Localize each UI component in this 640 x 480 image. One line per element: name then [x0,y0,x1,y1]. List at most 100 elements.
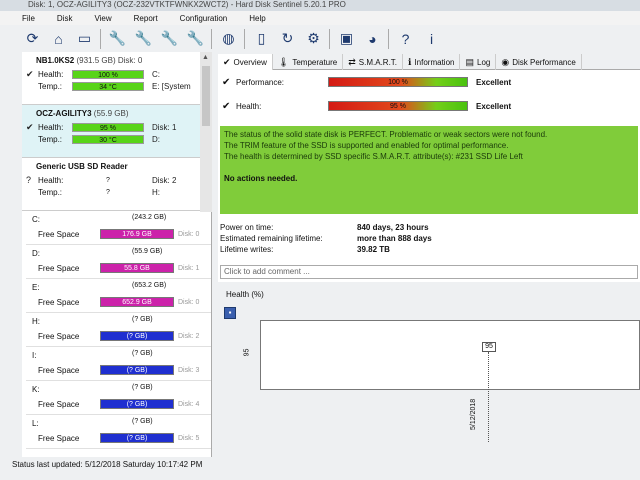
wrench-icon[interactable]: 🔧 [107,28,128,49]
partition-size: (? GB) [132,418,153,425]
status-bar: Status last updated: 5/12/2018 Saturday … [12,458,640,472]
partition-item[interactable]: L: (? GB) Free Space (? GB) Disk: 5 [26,415,211,449]
info-icon[interactable]: i [421,28,442,49]
health-label: Health: [38,175,64,185]
partition-letter: H: [32,317,40,326]
health-label: Health: [38,122,64,132]
temp-bar: ? [72,187,144,197]
disk-name: Generic USB SD Reader [26,158,211,174]
plot-area [260,320,640,390]
partition-size: (? GB) [132,316,153,323]
disk-name-label: OCZ-AGILITY3 [36,109,92,118]
disk-entry-1[interactable]: OCZ-AGILITY3 (55.9 GB) ✔ Health: 95 % Disk:… [22,105,211,158]
partition-letter: E: [32,283,40,292]
save-icon[interactable]: ▪ [224,307,236,319]
volume-label: H: [152,187,160,197]
partition-disk: Disk: 5 [178,435,200,442]
menu-help[interactable]: Help [249,14,265,23]
tab-overview[interactable]: ✔ Overview [218,53,273,70]
temp-label: Temp.: [38,134,63,144]
wrench-icon[interactable]: 🔧 [185,28,206,49]
comment-input[interactable]: Click to add comment ... [220,265,638,279]
partition-letter: D: [32,249,40,258]
check-icon: ✔ [222,76,231,88]
disk-name-label: Generic USB SD Reader [36,162,128,171]
menu-file[interactable]: File [22,14,35,23]
partition-item[interactable]: K: (? GB) Free Space (? GB) Disk: 4 [26,381,211,415]
disk-icon[interactable]: ▭ [74,28,95,49]
sync-icon[interactable]: ↻ [277,28,298,49]
tab-disk-performance[interactable]: ◉ Disk Performance [496,53,582,70]
volume-label: C: [152,69,160,79]
disk-stats: Power on time: 840 days, 23 hours Estimat… [220,223,638,256]
partition-disk: Disk: 0 [178,231,200,238]
toolbar-separator [329,28,330,49]
device-icon[interactable]: ▯ [251,28,272,49]
partition-disk: Disk: 3 [178,367,200,374]
menu-report[interactable]: Report [134,14,158,23]
health-bar: 100 % [72,69,144,79]
menu-configuration[interactable]: Configuration [180,14,228,23]
free-space-label: Free Space [38,230,80,239]
monitor-icon[interactable]: ▣ [336,28,357,49]
menu-disk[interactable]: Disk [57,14,73,23]
health-bar: 95 % [328,101,468,111]
temp-label: Temp.: [38,187,63,197]
tab-bar: ✔ Overview 🌡 Temperature ⇄ S.M.A.R.T. ℹ Informa… [218,53,640,70]
tab-temperature[interactable]: 🌡 Temperature [273,53,344,70]
bell-icon[interactable]: ◕ [362,28,383,49]
disk-number: Disk: 2 [152,175,177,185]
health-row: ✔ Health: 95 % Excellent [218,98,511,114]
disk-list-panel: NB1.0KS2 (931.5 GB) Disk: 0 ✔ Health: 100 … [22,52,212,457]
writes-label: Lifetime writes: [220,245,274,254]
partition-list: C: (243.2 GB) Free Space 176.9 GB Disk: 0 D: (… [22,211,211,449]
performance-label: Performance: [236,77,285,87]
tab-label: Temperature [292,57,338,67]
temp-bar: 34 °C [72,81,144,91]
actions-text: No actions needed. [224,174,298,183]
temp-bar: 30 °C [72,134,144,144]
wrench-icon[interactable]: 🔧 [159,28,180,49]
partition-item[interactable]: I: (? GB) Free Space (? GB) Disk: 3 [26,347,211,381]
partition-item[interactable]: D: (55.9 GB) Free Space 55.8 GB Disk: 1 [26,245,211,279]
globe-icon[interactable]: ◍ [218,28,239,49]
tab-log[interactable]: ▤ Log [460,53,497,70]
disk-entry-0[interactable]: NB1.0KS2 (931.5 GB) Disk: 0 ✔ Health: 100 … [22,52,211,105]
home-icon[interactable]: ⌂ [48,28,69,49]
health-bar: ? [72,175,144,185]
question-icon: ? [26,175,32,185]
wrench-icon[interactable]: 🔧 [133,28,154,49]
check-icon: ✔ [26,68,34,79]
free-space-label: Free Space [38,434,80,443]
refresh-icon[interactable]: ⟳ [22,28,43,49]
network-icon[interactable]: ⚙ [303,28,324,49]
partition-item[interactable]: H: (? GB) Free Space (? GB) Disk: 2 [26,313,211,347]
disk-number: Disk: 0 [117,56,143,65]
disk-size: (931.5 GB) [76,56,116,65]
partition-item[interactable]: C: (243.2 GB) Free Space 176.9 GB Disk: 0 [26,211,211,245]
disk-size: (55.9 GB) [93,109,129,118]
power-on-label: Power on time: [220,223,274,232]
partition-item[interactable]: E: (653.2 GB) Free Space 652.9 GB Disk: 0 [26,279,211,313]
volume-label: E: [System [152,81,191,91]
scroll-thumb[interactable] [202,66,210,126]
disk-entry-2[interactable]: Generic USB SD Reader ? Health:? Disk: 2 T… [22,158,211,211]
writes-value: 39.82 TB [357,245,390,254]
data-point-line [488,352,489,442]
tab-s-m-a-r-t[interactable]: ⇄ S.M.A.R.T. [343,53,404,70]
tab-information[interactable]: ℹ Information [403,53,461,70]
toolbar-separator [211,28,212,49]
free-space-bar: (? GB) [100,399,174,409]
health-grade: Excellent [476,101,512,111]
partition-disk: Disk: 0 [178,299,200,306]
menu-view[interactable]: View [94,14,111,23]
partition-letter: I: [32,351,37,360]
free-space-bar: (? GB) [100,365,174,375]
free-space-label: Free Space [38,298,80,307]
partition-letter: C: [32,215,40,224]
help-icon[interactable]: ? [395,28,416,49]
free-space-label: Free Space [38,400,80,409]
scroll-up-icon[interactable]: ▲ [202,54,209,61]
disk-number: Disk: 1 [152,122,177,132]
disk-list-scrollbar[interactable]: ▲ [200,52,212,212]
